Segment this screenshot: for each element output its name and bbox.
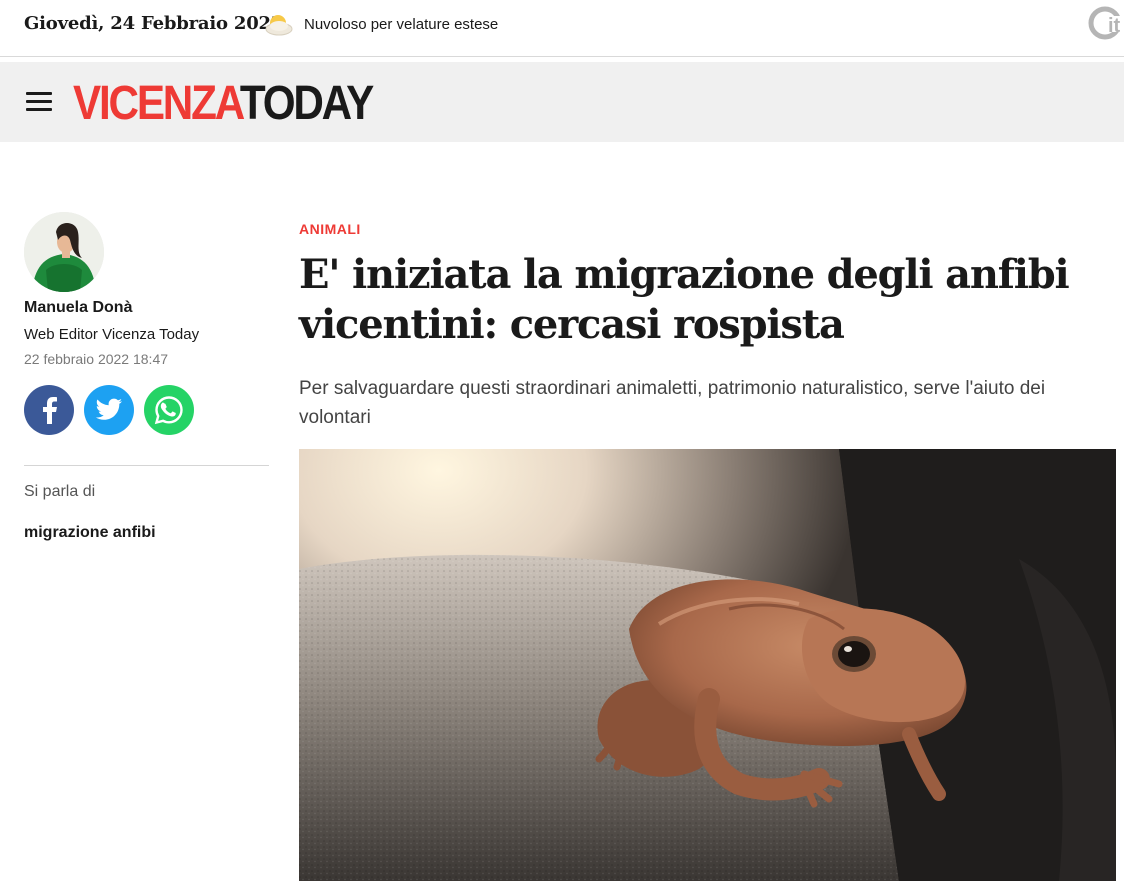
current-date: Giovedì, 24 Febbraio 2022 (24, 13, 284, 34)
cloud-sun-icon (265, 15, 293, 36)
twitter-icon (95, 398, 122, 420)
citynews-logo-icon[interactable]: it (1088, 6, 1124, 40)
article-category[interactable]: ANIMALI (299, 221, 361, 237)
logo-today: TODAY (239, 77, 374, 130)
twitter-share-button[interactable] (84, 385, 134, 435)
article-subtitle: Per salvaguardare questi straordinari an… (299, 378, 1046, 428)
author-name[interactable]: Manuela Donà (24, 299, 132, 317)
whatsapp-icon (154, 396, 183, 425)
facebook-share-button[interactable] (24, 385, 74, 435)
article-headline: E' iniziata la migrazione degli anfibi v… (299, 251, 1070, 348)
hamburger-menu-icon[interactable] (26, 92, 52, 112)
facebook-icon (43, 397, 57, 424)
svg-text:it: it (1108, 15, 1121, 37)
topic-link[interactable]: migrazione anfibi (24, 524, 156, 542)
site-logo[interactable]: VICENZATODAY (73, 76, 374, 132)
author-avatar[interactable] (24, 212, 104, 292)
sidebar-divider (24, 465, 269, 466)
avatar-portrait-image (24, 212, 104, 292)
whatsapp-share-button[interactable] (144, 385, 194, 435)
logo-vicenza: VICENZA (73, 77, 242, 130)
topics-label: Si parla di (24, 483, 96, 500)
weather-text: Nuvoloso per velature estese (304, 16, 499, 33)
publish-date: 22 febbraio 2022 18:47 (24, 351, 169, 367)
article-hero-image[interactable] (299, 449, 1116, 881)
author-role: Web Editor Vicenza Today (24, 326, 200, 343)
frog-photo (299, 449, 1116, 881)
